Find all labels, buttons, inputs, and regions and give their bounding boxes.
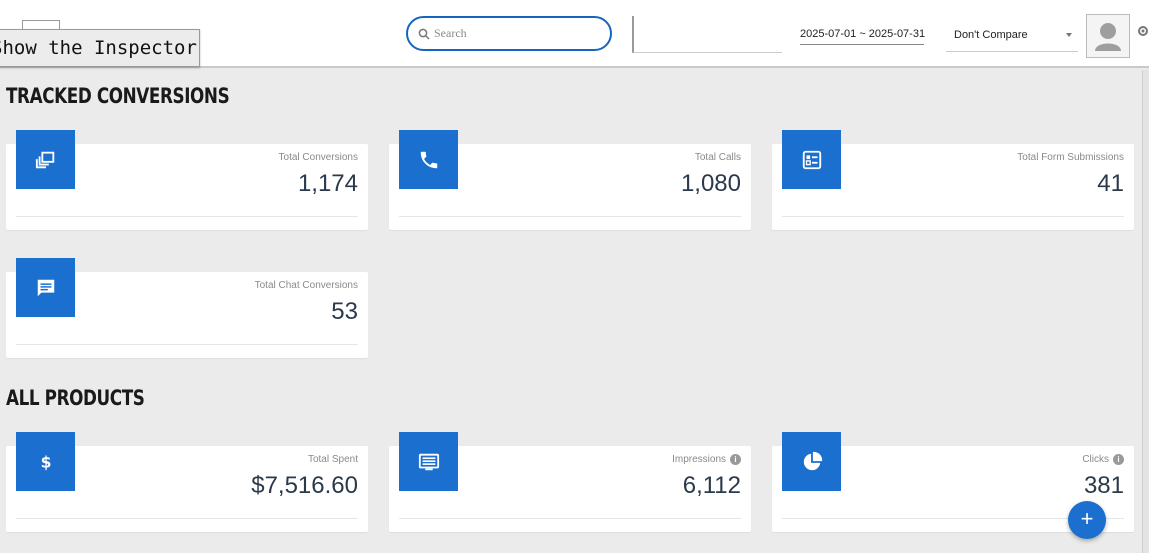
card-value: 41	[1097, 170, 1124, 197]
dollar-icon: $	[40, 453, 51, 471]
card-value: 53	[331, 298, 358, 325]
user-icon	[1095, 23, 1121, 51]
card-label: Total Calls	[694, 152, 741, 163]
stat-card-total-chat-conversions[interactable]: Total Chat Conversions 53	[6, 258, 368, 358]
phone-icon	[420, 151, 437, 168]
add-fab-button[interactable]: +	[1068, 501, 1106, 539]
date-range-picker[interactable]: 2025-07-01 ~ 2025-07-31	[800, 27, 925, 45]
info-icon[interactable]: i	[730, 454, 741, 465]
card-label: Impressions i	[672, 454, 741, 465]
form-icon	[802, 150, 821, 169]
card-value: 6,112	[682, 472, 741, 499]
stat-card-impressions[interactable]: Impressions i 6,112	[389, 432, 751, 532]
card-value: 1,080	[680, 170, 741, 197]
card-divider	[399, 518, 741, 519]
card-icon-tile	[399, 130, 458, 189]
svg-text:$: $	[40, 453, 51, 471]
filter-field[interactable]	[632, 16, 782, 53]
card-value: 381	[1083, 472, 1124, 499]
card-label: Total Conversions	[278, 152, 358, 163]
all-products-title: ALL PRODUCTS	[6, 386, 145, 410]
card-label: Total Form Submissions	[1017, 152, 1124, 163]
stat-card-total-form-submissions[interactable]: Total Form Submissions 41	[772, 130, 1134, 230]
scrollbar[interactable]	[1142, 70, 1149, 553]
card-value: $7,516.60	[251, 472, 358, 499]
conversions-icon	[35, 151, 54, 168]
card-divider	[16, 518, 358, 519]
search-box[interactable]	[406, 16, 612, 51]
chat-icon	[37, 279, 54, 296]
card-value: 1,174	[297, 170, 358, 197]
card-label: Clicks i	[1082, 454, 1124, 465]
compare-select[interactable]: Don't Compare	[946, 18, 1078, 52]
user-avatar[interactable]	[1086, 14, 1130, 58]
tracked-conversions-title: TRACKED CONVERSIONS	[6, 84, 230, 108]
pie-chart-icon	[803, 451, 822, 470]
card-label: Total Chat Conversions	[254, 280, 358, 291]
card-icon-tile	[399, 432, 458, 491]
card-divider	[399, 216, 741, 217]
card-divider	[782, 216, 1124, 217]
top-bar: Show the Inspector 2025-07-01 ~ 2025-07-…	[0, 0, 1149, 68]
compare-selected-value: Don't Compare	[954, 28, 1028, 41]
stat-card-total-spent[interactable]: $ Total Spent $7,516.60	[6, 432, 368, 532]
card-icon-tile	[16, 130, 75, 189]
card-icon-tile	[782, 130, 841, 189]
impressions-icon	[418, 453, 439, 470]
card-divider	[16, 344, 358, 345]
stat-card-total-calls[interactable]: Total Calls 1,080	[389, 130, 751, 230]
card-divider	[16, 216, 358, 217]
settings-icon[interactable]	[1136, 22, 1149, 40]
card-icon-tile: $	[16, 432, 75, 491]
show-inspector-button[interactable]: Show the Inspector	[0, 29, 200, 67]
stat-card-total-conversions[interactable]: Total Conversions 1,174	[6, 130, 368, 230]
card-label: Total Spent	[307, 454, 358, 465]
info-icon[interactable]: i	[1113, 454, 1124, 465]
search-icon	[418, 28, 430, 40]
card-icon-tile	[16, 258, 75, 317]
dropdown-caret-icon	[1066, 33, 1072, 37]
search-input[interactable]	[434, 26, 594, 41]
card-icon-tile	[782, 432, 841, 491]
inspector-label: Show the Inspector	[0, 37, 197, 59]
